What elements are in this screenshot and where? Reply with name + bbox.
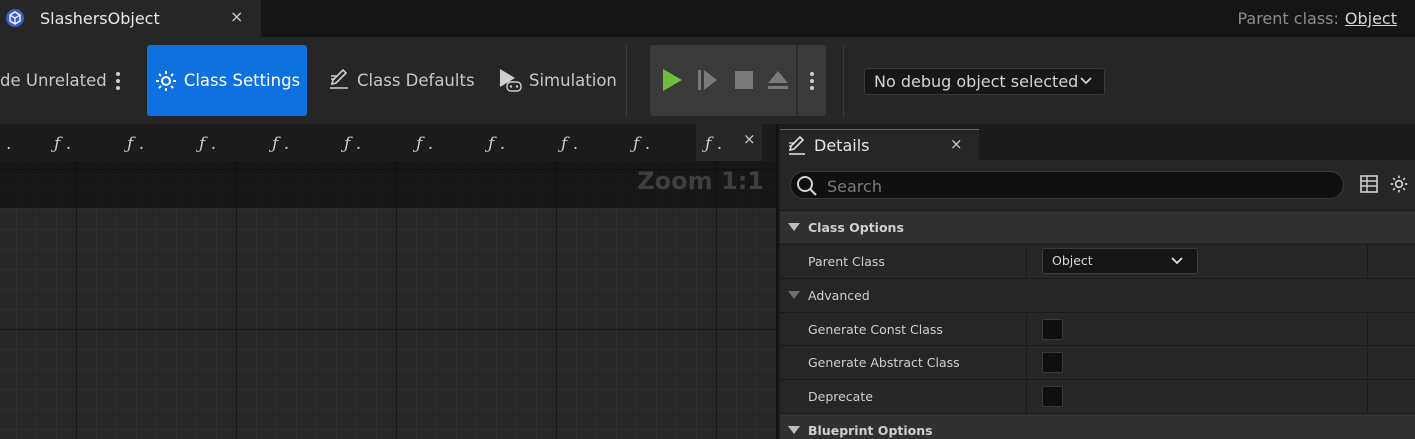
gear-icon[interactable]	[1389, 174, 1409, 194]
class-settings-button[interactable]: Class Settings	[147, 45, 307, 116]
blueprint-editor: SlashersObject × Parent class: Object de …	[0, 0, 1415, 439]
search-input[interactable]	[827, 176, 1327, 196]
class-settings-label: Class Settings	[183, 71, 301, 90]
category-advanced[interactable]: Advanced	[780, 278, 1415, 311]
toolbar-divider	[843, 45, 844, 117]
expand-arrow-icon	[788, 223, 800, 231]
function-tab[interactable]: ƒ .	[54, 124, 71, 161]
parent-class-dropdown[interactable]: Object	[1042, 248, 1198, 274]
category-class-options[interactable]: Class Options	[780, 210, 1415, 243]
search-icon	[797, 176, 817, 196]
function-tab[interactable]: ƒ .	[344, 124, 361, 161]
generate-const-class-checkbox[interactable]	[1042, 319, 1063, 340]
simulation-button[interactable]: Simulation	[497, 45, 617, 115]
column-divider[interactable]	[1026, 346, 1027, 379]
property-label: Generate Abstract Class	[808, 355, 960, 370]
property-row-parent-class: Parent Class Object	[780, 244, 1415, 278]
play-options-icon[interactable]	[810, 72, 814, 93]
deprecate-checkbox[interactable]	[1042, 386, 1063, 407]
graph-header-overlay: Zoom 1:1	[0, 161, 776, 208]
blueprint-class-icon	[6, 9, 24, 27]
property-label: Generate Const Class	[808, 322, 943, 337]
expand-arrow-icon	[788, 426, 800, 434]
property-matrix-icon[interactable]	[1360, 175, 1378, 193]
details-body: Class Options Parent Class Object Advanc…	[780, 160, 1415, 439]
chevron-down-icon	[1171, 257, 1183, 265]
column-divider	[1367, 380, 1368, 413]
function-tab[interactable]: ƒ .	[416, 124, 433, 161]
function-tab[interactable]: ƒ .	[272, 124, 289, 161]
category-label: Class Options	[808, 220, 904, 235]
class-defaults-label: Class Defaults	[357, 70, 475, 90]
column-divider[interactable]	[1026, 380, 1027, 413]
debug-object-label: No debug object selected	[874, 72, 1079, 91]
function-tab[interactable]: ƒ .	[127, 124, 144, 161]
close-details-icon[interactable]: ×	[950, 135, 963, 153]
close-tab-icon[interactable]: ×	[743, 130, 756, 148]
chevron-down-icon	[1080, 77, 1092, 85]
title-bar: SlashersObject × Parent class: Object	[0, 0, 1415, 37]
category-label: Advanced	[808, 288, 870, 303]
parent-class-value: Object	[1052, 253, 1093, 268]
column-divider[interactable]	[1026, 245, 1027, 278]
parent-class-label: Parent class:	[1237, 9, 1339, 28]
simulation-icon	[500, 69, 522, 92]
eject-icon[interactable]	[766, 68, 790, 92]
column-divider	[1367, 346, 1368, 379]
details-edit-icon	[788, 136, 805, 155]
category-label: Blueprint Options	[808, 423, 933, 438]
zoom-level: Zoom 1:1	[637, 167, 764, 195]
hide-unrelated-options-icon[interactable]	[116, 72, 120, 93]
play-icon[interactable]	[661, 68, 683, 92]
class-defaults-button[interactable]: Class Defaults	[327, 45, 475, 115]
document-tab[interactable]: SlashersObject ×	[0, 0, 261, 37]
function-tab[interactable]: ƒ .	[488, 124, 505, 161]
hide-unrelated-button[interactable]: de Unrelated	[0, 45, 107, 115]
function-tab[interactable]: ƒ .	[199, 124, 216, 161]
details-panel: Details × Search Class Options Parent Cl…	[776, 124, 1415, 439]
toolbar: de Unrelated Class Settings Class Defaul…	[0, 37, 1415, 124]
graph-tab[interactable]: .	[6, 124, 11, 161]
edit-defaults-icon	[330, 68, 348, 89]
details-tab[interactable]: Details ×	[780, 129, 979, 161]
generate-abstract-class-checkbox[interactable]	[1042, 352, 1063, 373]
play-controls	[650, 45, 826, 116]
simulation-label: Simulation	[529, 70, 617, 90]
step-forward-icon[interactable]	[697, 68, 719, 92]
close-document-icon[interactable]: ×	[230, 7, 243, 26]
function-tab[interactable]: ƒ .	[561, 124, 578, 161]
column-divider	[1367, 245, 1368, 278]
stop-icon[interactable]	[733, 68, 755, 92]
gear-icon	[155, 70, 176, 91]
play-group-divider	[796, 45, 798, 116]
property-label: Deprecate	[808, 389, 873, 404]
hide-unrelated-label: de Unrelated	[0, 70, 107, 90]
toolbar-divider	[626, 45, 627, 117]
category-blueprint-options[interactable]: Blueprint Options	[780, 413, 1415, 439]
parent-class-indicator: Parent class: Object	[1237, 9, 1397, 28]
document-title: SlashersObject	[40, 9, 160, 28]
column-divider[interactable]	[1026, 313, 1027, 346]
property-label: Parent Class	[808, 254, 885, 269]
details-search-box[interactable]	[790, 171, 1344, 199]
property-row-generate-abstract-class: Generate Abstract Class	[780, 345, 1415, 379]
column-divider	[1367, 313, 1368, 346]
parent-class-link[interactable]: Object	[1345, 9, 1397, 28]
details-tab-title: Details	[814, 136, 870, 155]
property-row-generate-const-class: Generate Const Class	[780, 312, 1415, 346]
expand-arrow-icon	[788, 291, 800, 299]
graph-tab-bar: . ƒ . ƒ . ƒ . ƒ . ƒ . ƒ . ƒ . ƒ . ƒ . ƒ …	[0, 124, 778, 161]
function-tab[interactable]: ƒ .	[633, 124, 650, 161]
property-row-deprecate: Deprecate	[780, 379, 1415, 413]
debug-object-dropdown[interactable]: No debug object selected	[864, 68, 1105, 95]
